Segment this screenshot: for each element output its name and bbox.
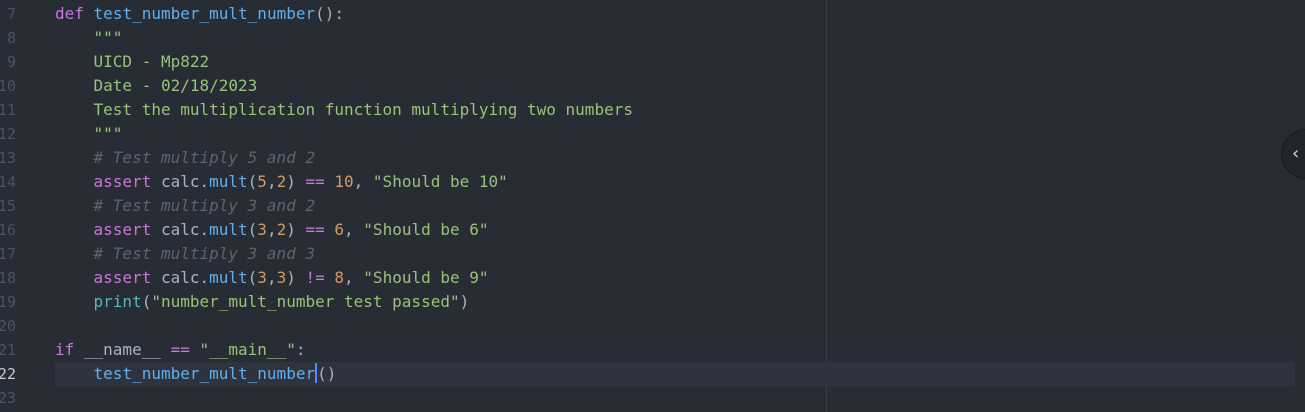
string-token: "__main__": [199, 340, 296, 359]
code-line[interactable]: Test the multiplication function multipl…: [55, 98, 1295, 122]
number-token: 2: [276, 172, 287, 191]
string-token: "Should be 6": [363, 220, 489, 239]
number-token: 2: [276, 220, 287, 239]
line-number: 20: [0, 317, 16, 335]
keyword-token: assert: [93, 172, 152, 191]
line-number: 19: [0, 293, 16, 311]
comment-token: # Test multiply 5 and 2: [93, 148, 316, 167]
docstring-token: """: [93, 124, 123, 143]
code-area[interactable]: def test_number_mult_number(): """ UICD …: [55, 0, 1305, 412]
number-token: 3: [257, 268, 267, 287]
function-name-token: test_number_mult_number: [93, 4, 316, 23]
method-token: mult: [209, 220, 248, 239]
code-line[interactable]: # Test multiply 3 and 3: [55, 242, 1295, 266]
code-line[interactable]: assert calc.mult(3,3) != 8, "Should be 9…: [55, 266, 1295, 290]
line-number: 8: [6, 29, 16, 47]
keyword-token: assert: [93, 220, 152, 239]
number-token: 10: [334, 172, 354, 191]
line-number: 23: [0, 389, 16, 407]
method-token: mult: [209, 172, 248, 191]
docstring-token: Test the multiplication function multipl…: [93, 100, 633, 119]
code-line[interactable]: if __name__ == "__main__":: [55, 338, 1295, 362]
docstring-token: """: [93, 28, 123, 47]
number-token: 3: [257, 220, 267, 239]
line-number: 15: [0, 197, 16, 215]
line-number: 17: [0, 245, 16, 263]
docstring-token: UICD - Mp822: [93, 52, 210, 71]
code-line[interactable]: print("number_mult_number test passed"): [55, 290, 1295, 314]
code-line-current[interactable]: test_number_mult_number(): [55, 362, 1295, 386]
string-token: "number_mult_number test passed": [151, 292, 460, 311]
code-line[interactable]: assert calc.mult(3,2) == 6, "Should be 6…: [55, 218, 1295, 242]
line-number: 9: [6, 53, 16, 71]
operator-token: ==: [305, 172, 325, 191]
keyword-token: assert: [93, 268, 152, 287]
operator-token: ==: [170, 340, 190, 359]
line-number: 14: [0, 173, 16, 191]
line-number: 13: [0, 149, 16, 167]
line-number-active: 22: [0, 365, 16, 383]
string-token: "Should be 9": [363, 268, 489, 287]
builtin-token: print: [93, 292, 142, 311]
chevron-left-icon: ‹: [1292, 143, 1300, 164]
line-number: 11: [0, 101, 16, 119]
code-line[interactable]: UICD - Mp822: [55, 50, 1295, 74]
code-editor[interactable]: 7 8 9 10 11 12 13 14 15 16 17 18 19 20 2…: [0, 0, 1305, 412]
code-line[interactable]: # Test multiply 5 and 2: [55, 146, 1295, 170]
number-token: 8: [334, 268, 345, 287]
code-line[interactable]: assert calc.mult(5,2) == 10, "Should be …: [55, 170, 1295, 194]
line-number: 18: [0, 269, 16, 287]
line-number: 21: [0, 341, 16, 359]
string-token: "Should be 10": [372, 172, 508, 191]
line-number: 12: [0, 125, 16, 143]
comment-token: # Test multiply 3 and 3: [93, 244, 316, 263]
keyword-token: def: [55, 4, 84, 23]
line-number: 10: [0, 77, 16, 95]
keyword-token: if: [55, 340, 75, 359]
docstring-token: Date - 02/18/2023: [93, 76, 258, 95]
line-number: 16: [0, 221, 16, 239]
operator-token: ==: [305, 220, 325, 239]
method-token: mult: [209, 268, 248, 287]
number-token: 3: [276, 268, 287, 287]
function-call-token: test_number_mult_number: [93, 364, 316, 383]
code-line[interactable]: [55, 314, 1295, 338]
number-token: 6: [334, 220, 345, 239]
code-line[interactable]: # Test multiply 3 and 2: [55, 194, 1295, 218]
comment-token: # Test multiply 3 and 2: [93, 196, 316, 215]
operator-token: !=: [305, 268, 325, 287]
line-number: 7: [6, 5, 16, 23]
code-line[interactable]: """: [55, 122, 1295, 146]
code-line[interactable]: def test_number_mult_number():: [55, 2, 1295, 26]
code-line[interactable]: """: [55, 26, 1295, 50]
code-line[interactable]: [55, 386, 1295, 410]
code-line[interactable]: Date - 02/18/2023: [55, 74, 1295, 98]
number-token: 5: [257, 172, 267, 191]
line-number-gutter: 7 8 9 10 11 12 13 14 15 16 17 18 19 20 2…: [0, 0, 28, 412]
